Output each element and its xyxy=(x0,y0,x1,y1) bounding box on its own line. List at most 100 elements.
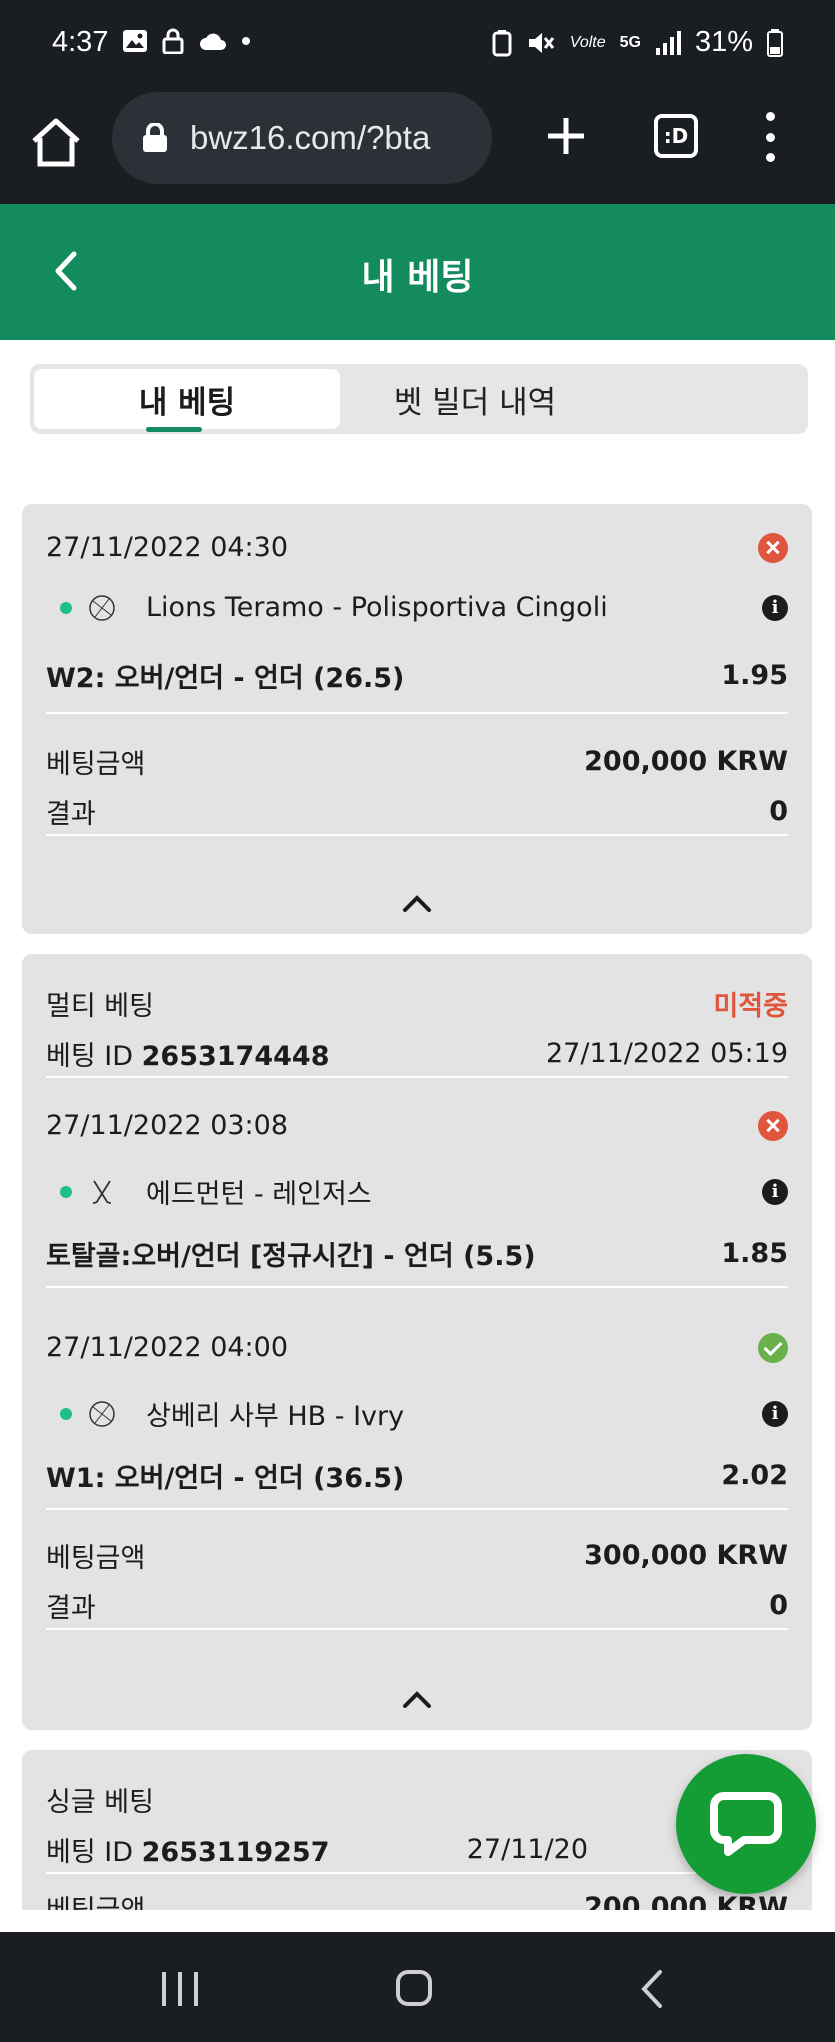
page-bottom-gap xyxy=(0,1910,835,1932)
stake-value: 200,000 KRW xyxy=(584,1892,788,1910)
match-name[interactable]: Lions Teramo - Polisportiva Cingoli xyxy=(146,592,608,623)
market-name: 토탈골:오버/언더 [정규시간] - 언더 (5.5) xyxy=(46,1241,536,1272)
bet-id-value: 2653119257 xyxy=(141,1837,330,1868)
recent-apps-icon[interactable] xyxy=(162,1972,198,2006)
result-row: 결과 0 xyxy=(46,1586,788,1625)
live-dot-icon xyxy=(60,1407,72,1420)
browser-menu-icon[interactable] xyxy=(758,112,782,162)
ball-icon xyxy=(89,1400,115,1427)
live-dot-icon xyxy=(60,601,72,614)
bet-id-value: 2653174448 xyxy=(141,1041,330,1072)
lost-status-icon xyxy=(758,1110,788,1141)
clock: 4:37 xyxy=(52,26,109,58)
home-nav-icon[interactable] xyxy=(396,1970,432,2006)
market-name: W2: 오버/언더 - 언더 (26.5) xyxy=(46,663,405,694)
bet-card: 27/11/2022 04:30 Lions Teramo - Polispor… xyxy=(22,504,812,934)
result-label: 결과 xyxy=(46,1593,96,1624)
odds-value: 2.02 xyxy=(721,1460,788,1491)
volte-label: Volte xyxy=(569,33,606,51)
odds-value: 1.95 xyxy=(721,660,788,691)
bet-placed-time: 27/11/2022 05:19 xyxy=(545,1038,788,1069)
tab-label: 벳 빌더 내역 xyxy=(393,384,557,421)
tab-bet-builder-history[interactable]: 벳 빌더 내역 xyxy=(340,369,610,429)
stake-label: 베팅금액 xyxy=(46,1543,146,1574)
market-row: W2: 오버/언더 - 언더 (26.5) 1.95 xyxy=(46,656,788,695)
mute-icon xyxy=(528,32,554,53)
more-notifications-icon xyxy=(242,37,250,45)
lost-status-icon xyxy=(758,532,788,563)
result-row: 결과 0 xyxy=(46,792,788,831)
divider xyxy=(46,1872,788,1874)
result-value: 0 xyxy=(769,1590,788,1621)
bet-type-label: 싱글 베팅 xyxy=(46,1787,154,1818)
bet-placed-time: 27/11/20 xyxy=(466,1834,588,1865)
chat-button[interactable] xyxy=(676,1754,816,1894)
match-name[interactable]: 에드먼턴 - 레인저스 xyxy=(146,1172,372,1211)
result-label: 결과 xyxy=(46,799,96,830)
divider xyxy=(46,1628,788,1630)
market-row: W1: 오버/언더 - 언더 (36.5) 2.02 xyxy=(46,1456,788,1495)
selection-header: 27/11/2022 04:30 xyxy=(46,532,788,563)
back-nav-icon[interactable] xyxy=(636,1968,666,2010)
stake-row: 베팅금액 200,000 KRW xyxy=(46,742,788,781)
stake-row: 베팅금액 300,000 KRW xyxy=(46,1536,788,1575)
bets-tab-bar: 내 베팅 벳 빌더 내역 xyxy=(30,364,808,434)
cloud-icon xyxy=(200,33,226,50)
chat-bubble-icon xyxy=(710,1792,782,1856)
system-icons: Volte 5G 31% xyxy=(492,26,783,59)
battery-icon xyxy=(767,28,783,57)
browser-toolbar: bwz16.com/?bta :D xyxy=(0,92,835,204)
bet-id-label: 베팅 ID xyxy=(46,1837,134,1868)
divider xyxy=(46,1076,788,1078)
divider xyxy=(46,1286,788,1288)
divider xyxy=(46,712,788,714)
tab-switcher-button[interactable]: :D xyxy=(654,114,698,158)
info-icon[interactable]: i xyxy=(762,594,788,621)
lock-icon xyxy=(162,28,184,54)
event-datetime: 27/11/2022 03:08 xyxy=(46,1110,289,1141)
divider xyxy=(46,834,788,836)
result-value: 0 xyxy=(769,796,788,827)
market-name: W1: 오버/언더 - 언더 (36.5) xyxy=(46,1463,405,1494)
stake-row: 베팅금액 200,000 KRW xyxy=(46,1888,788,1910)
tab-my-bets[interactable]: 내 베팅 xyxy=(34,369,340,432)
bet-id-label: 베팅 ID xyxy=(46,1041,134,1072)
address-bar[interactable]: bwz16.com/?bta xyxy=(112,92,492,184)
won-status-icon xyxy=(758,1332,788,1363)
home-icon[interactable] xyxy=(28,114,84,170)
bet-type-row: 멀티 베팅 미적중 xyxy=(46,984,788,1023)
active-tab-indicator xyxy=(146,427,202,432)
chevron-up-icon[interactable] xyxy=(402,894,432,912)
selection-header: 27/11/2022 04:00 xyxy=(46,1332,788,1363)
live-dot-icon xyxy=(60,1185,72,1198)
tab-label: 내 베팅 xyxy=(138,384,236,421)
stake-value: 300,000 KRW xyxy=(584,1540,788,1571)
network-label: 5G xyxy=(619,33,641,51)
info-icon[interactable]: i xyxy=(762,1178,788,1205)
app-header: 내 베팅 xyxy=(0,204,835,340)
chevron-up-icon[interactable] xyxy=(402,1690,432,1708)
market-row: 토탈골:오버/언더 [정규시간] - 언더 (5.5) 1.85 xyxy=(46,1234,788,1273)
url-text: bwz16.com/?bta xyxy=(190,119,431,156)
signal-icon xyxy=(655,30,681,55)
image-icon xyxy=(123,30,147,52)
new-tab-icon[interactable] xyxy=(538,108,594,164)
status-bar: 4:37 Volte 5G 31% xyxy=(0,0,835,92)
stake-label: 베팅금액 xyxy=(46,1888,145,1910)
event-datetime: 27/11/2022 04:00 xyxy=(46,1332,289,1363)
info-icon[interactable]: i xyxy=(762,1400,788,1427)
bet-id-row: 베팅 ID 2653174448 27/11/2022 05:19 xyxy=(46,1034,788,1073)
bet-card: 멀티 베팅 미적중 베팅 ID 2653174448 27/11/2022 05… xyxy=(22,954,812,1730)
match-name[interactable]: 상베리 사부 HB - Ivry xyxy=(146,1394,404,1433)
hockey-sticks-icon xyxy=(92,1180,112,1204)
stake-value: 200,000 KRW xyxy=(584,746,788,777)
odds-value: 1.85 xyxy=(721,1238,788,1269)
notification-icons xyxy=(122,28,250,54)
bet-type-label: 멀티 베팅 xyxy=(46,991,154,1022)
selection-header: 27/11/2022 03:08 xyxy=(46,1110,788,1141)
page-title: 내 베팅 xyxy=(361,257,474,298)
match-row: Lions Teramo - Polisportiva Cingoli i xyxy=(46,592,788,623)
match-row: 상베리 사부 HB - Ivry i xyxy=(46,1394,788,1433)
event-datetime: 27/11/2022 04:30 xyxy=(46,532,289,563)
secure-lock-icon xyxy=(143,123,167,152)
